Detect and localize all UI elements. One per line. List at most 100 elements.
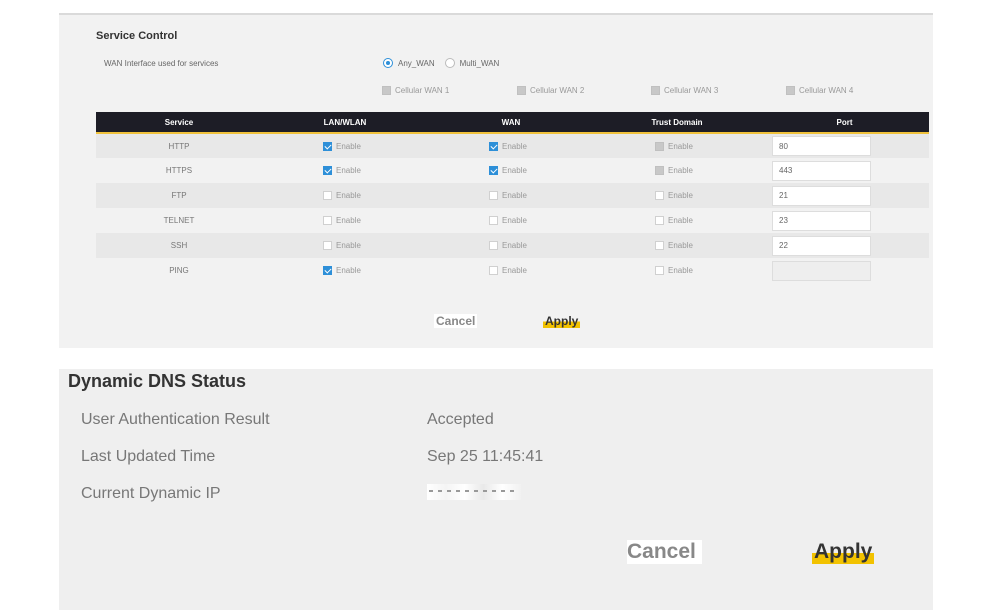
column-header-service: Service [164,117,194,127]
cellular-wan-3-option[interactable]: Cellular WAN 3 [651,86,718,95]
current-dynamic-ip-value-redacted [427,484,521,500]
port-input[interactable] [772,210,871,231]
wan-enable-checkbox[interactable] [489,166,498,175]
port-input[interactable] [772,136,871,156]
cellular-wan-2-option[interactable]: Cellular WAN 2 [517,86,584,95]
wan-cell: Enable [428,208,594,233]
port-cell [760,233,929,258]
wan-enable-label: Enable [502,191,527,200]
lan-enable-checkbox[interactable] [323,141,332,151]
last-updated-time-label: Last Updated Time [81,448,216,465]
trust-enable-checkbox[interactable] [655,166,664,175]
wan-enable-checkbox[interactable] [489,241,498,250]
port-input[interactable] [772,185,871,206]
service-control-cancel-button[interactable]: Cancel [434,314,478,328]
lan-enable-label: Enable [336,166,361,175]
cellular-wan-4-label: Cellular WAN 4 [799,86,854,95]
service-name-cell: PING [169,266,189,275]
current-dynamic-ip-label: Current Dynamic IP [81,485,221,502]
wan-enable-checkbox[interactable] [489,191,498,200]
dynamic-dns-title: Dynamic DNS Status [68,371,247,391]
cellular-wan-4-option[interactable]: Cellular WAN 4 [786,86,853,95]
trust-cell: Enable [594,183,760,208]
trust-enable-option[interactable]: Enable [594,191,760,200]
wan-enable-option[interactable]: Enable [428,216,594,225]
wan-enable-option[interactable]: Enable [428,191,594,200]
trust-enable-option[interactable]: Enable [594,241,760,250]
trust-enable-checkbox[interactable] [655,141,664,151]
cellular-wan-2-checkbox[interactable] [517,86,526,95]
wan-enable-checkbox[interactable] [489,216,498,225]
column-header-lan-wlan: LAN/WLAN [323,117,367,127]
dynamic-dns-cancel-button[interactable]: Cancel [627,540,702,564]
lan-enable-label: Enable [336,141,361,151]
wan-enable-label: Enable [502,266,527,275]
lan-cell: Enable [262,208,428,233]
cellular-wan-2-label: Cellular WAN 2 [530,86,585,95]
lan-enable-option[interactable]: Enable [262,191,428,200]
wan-enable-checkbox[interactable] [489,266,498,275]
trust-enable-option[interactable]: Enable [594,216,760,225]
table-row: PING Enable Enable Enable [96,258,929,283]
cellular-wan-1-option[interactable]: Cellular WAN 1 [382,86,449,95]
wan-cell: Enable [428,233,594,258]
trust-enable-option[interactable]: Enable [594,141,760,151]
lan-cell: Enable [262,158,428,183]
wan-enable-option[interactable]: Enable [428,266,594,275]
lan-enable-label: Enable [336,191,361,200]
service-control-apply-button[interactable]: Apply [543,314,581,328]
lan-enable-checkbox[interactable] [323,266,332,275]
cellular-wan-1-checkbox[interactable] [382,86,391,95]
trust-cell: Enable [594,258,760,283]
radio-multi-wan[interactable] [444,58,455,68]
wan-cell: Enable [428,158,594,183]
trust-cell: Enable [594,133,760,158]
wan-enable-checkbox[interactable] [489,141,498,151]
wan-enable-option[interactable]: Enable [428,241,594,250]
trust-enable-checkbox[interactable] [655,266,664,275]
service-control-title: Service Control [96,30,178,42]
cellular-wan-4-checkbox[interactable] [786,86,795,95]
dynamic-dns-panel: Dynamic DNS Status User Authentication R… [59,369,933,610]
port-cell [760,158,929,183]
lan-enable-option[interactable]: Enable [262,141,428,151]
port-input[interactable] [772,160,871,181]
lan-enable-checkbox[interactable] [323,166,332,175]
port-input[interactable] [772,260,871,281]
lan-enable-checkbox[interactable] [323,241,332,250]
lan-enable-option[interactable]: Enable [262,216,428,225]
trust-enable-option[interactable]: Enable [594,266,760,275]
trust-enable-label: Enable [668,216,693,225]
lan-enable-checkbox[interactable] [323,216,332,225]
last-updated-time-value: Sep 25 11:45:41 [427,448,544,465]
trust-enable-checkbox[interactable] [655,216,664,225]
service-name-cell: HTTP [168,141,190,151]
user-auth-result-value: Accepted [427,411,494,428]
cellular-wan-3-label: Cellular WAN 3 [664,86,719,95]
trust-enable-label: Enable [668,141,693,151]
service-name-cell: TELNET [163,216,195,225]
column-header-port: Port [836,117,853,127]
trust-enable-label: Enable [668,266,693,275]
cellular-wan-3-checkbox[interactable] [651,86,660,95]
table-header-row: Service LAN/WLAN WAN Trust Domain Port [96,112,929,133]
lan-enable-option[interactable]: Enable [262,166,428,175]
lan-enable-label: Enable [336,241,361,250]
trust-enable-checkbox[interactable] [655,191,664,200]
lan-enable-option[interactable]: Enable [262,241,428,250]
wan-cell: Enable [428,258,594,283]
port-input[interactable] [772,235,871,256]
wan-enable-option[interactable]: Enable [428,166,594,175]
lan-enable-option[interactable]: Enable [262,266,428,275]
table-row: FTP Enable Enable Enable [96,183,929,208]
port-cell [760,258,929,283]
lan-enable-label: Enable [336,216,361,225]
dynamic-dns-apply-button[interactable]: Apply [812,540,875,564]
trust-enable-checkbox[interactable] [655,241,664,250]
radio-any-wan[interactable] [383,58,393,68]
wan-enable-option[interactable]: Enable [428,141,594,151]
user-auth-result-label: User Authentication Result [81,411,270,428]
lan-enable-checkbox[interactable] [323,191,332,200]
trust-enable-option[interactable]: Enable [594,166,760,175]
trust-cell: Enable [594,208,760,233]
